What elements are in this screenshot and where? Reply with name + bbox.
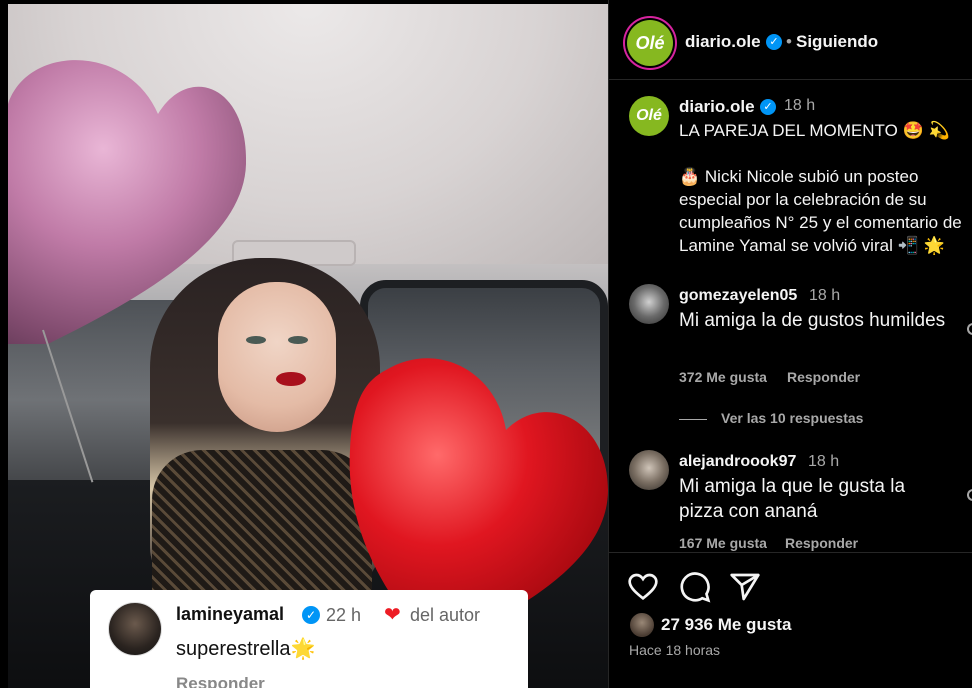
- verified-badge-icon: ✓: [302, 606, 320, 624]
- person-eye: [288, 336, 308, 344]
- left-border: [0, 0, 8, 688]
- heart-icon: ❤: [384, 604, 401, 626]
- account-avatar[interactable]: Olé: [627, 20, 673, 66]
- overlay-comment-username[interactable]: lamineyamal: [176, 604, 284, 625]
- comment-time: 18 h: [809, 287, 841, 304]
- verified-badge-icon: ✓: [766, 34, 782, 50]
- likes-count[interactable]: 27 936 Me gusta: [661, 615, 791, 635]
- caption-username[interactable]: diario.ole: [679, 97, 755, 117]
- comment-likes[interactable]: 372 Me gusta: [679, 369, 767, 385]
- overlay-comment-time: 22 h: [326, 605, 362, 625]
- comment-reply-button[interactable]: Responder: [787, 369, 860, 385]
- caption-avatar[interactable]: Olé: [629, 96, 669, 136]
- comment-likes[interactable]: 167 Me gusta: [679, 535, 767, 551]
- overlay-reply-button[interactable]: Responder: [176, 674, 265, 688]
- view-replies-label: Ver las 10 respuestas: [721, 410, 864, 426]
- separator-dot: •: [786, 32, 792, 51]
- post-time-ago[interactable]: Hace 18 horas: [629, 642, 720, 658]
- avatar[interactable]: [629, 612, 655, 638]
- overlay-comment-card: lamineyamal ✓ 22 h ❤ del autor superestr…: [90, 590, 528, 688]
- top-border: [0, 0, 608, 4]
- avatar[interactable]: [629, 450, 669, 490]
- comment-time: 18 h: [808, 453, 840, 470]
- caption-headline: LA PAREJA DEL MOMENTO 🤩 💫: [679, 121, 950, 140]
- account-name[interactable]: diario.ole: [685, 32, 761, 52]
- avatar[interactable]: [108, 602, 162, 656]
- person-lips: [276, 372, 306, 386]
- post-side-panel: Olé diario.ole ✓ • Siguiendo Olé diario.…: [608, 0, 972, 688]
- verified-badge-icon: ✓: [760, 99, 776, 115]
- comment-icon[interactable]: [679, 571, 711, 603]
- following-button[interactable]: Siguiendo: [796, 32, 878, 52]
- heart-icon[interactable]: [627, 571, 659, 603]
- view-replies-button[interactable]: Ver las 10 respuestas: [679, 410, 863, 426]
- post-header: Olé diario.ole ✓ • Siguiendo: [609, 0, 972, 80]
- overlay-comment-text: superestrella🌟: [176, 638, 316, 660]
- comment-username[interactable]: alejandroook97: [679, 453, 796, 471]
- replies-divider: [679, 418, 707, 420]
- caption-time[interactable]: 18 h: [784, 97, 815, 115]
- heart-icon[interactable]: [967, 323, 972, 335]
- comment-reply-button[interactable]: Responder: [785, 535, 858, 551]
- avatar[interactable]: [629, 284, 669, 324]
- person-top: [152, 450, 372, 600]
- heart-icon[interactable]: [967, 489, 972, 501]
- comment-text: Mi amiga la que le gusta la pizza con an…: [679, 476, 906, 522]
- post-image[interactable]: lamineyamal ✓ 22 h ❤ del autor superestr…: [0, 0, 608, 688]
- author-tag: del autor: [410, 605, 481, 625]
- comment-username[interactable]: gomezayelen05: [679, 287, 797, 305]
- comment-text: Mi amiga la de gustos humildes: [679, 310, 946, 331]
- share-icon[interactable]: [729, 571, 761, 603]
- caption-body: 🎂 Nicki Nicole subió un posteo especial …: [679, 167, 962, 255]
- person-face: [218, 282, 336, 432]
- person-eye: [246, 336, 266, 344]
